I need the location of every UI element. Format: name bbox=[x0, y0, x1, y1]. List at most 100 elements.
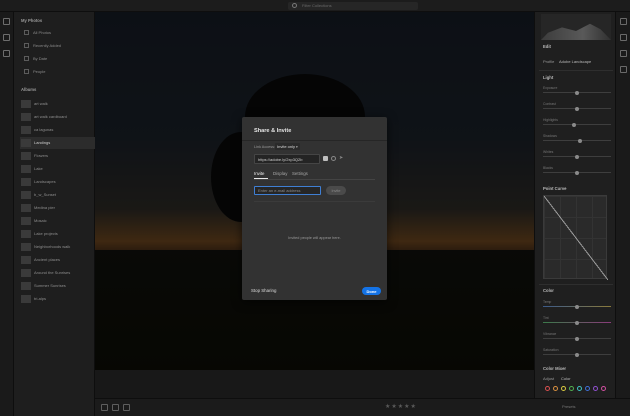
color-swatch[interactable] bbox=[545, 386, 550, 391]
album-item[interactable]: Medina pier bbox=[20, 202, 95, 214]
nav-by-date[interactable]: By Date bbox=[24, 54, 94, 64]
album-item[interactable]: ca lagunas bbox=[20, 124, 95, 136]
twitter-icon[interactable]: ➤ bbox=[339, 156, 345, 161]
color-swatch[interactable] bbox=[553, 386, 558, 391]
people-icon[interactable] bbox=[3, 50, 10, 57]
light-heading[interactable]: Light bbox=[543, 75, 553, 80]
gradient-icon[interactable] bbox=[620, 66, 627, 73]
sliders-icon[interactable] bbox=[620, 18, 627, 25]
album-item[interactable]: Ancient places bbox=[20, 254, 95, 266]
exposure-slider[interactable]: Exposure bbox=[543, 86, 611, 95]
album-label: art walk bbox=[34, 101, 48, 106]
contrast-slider[interactable]: Contrast bbox=[543, 102, 611, 111]
nav-people[interactable]: People bbox=[24, 67, 94, 77]
tab-invite[interactable]: Invite bbox=[254, 171, 265, 176]
album-label: art walk cardboard bbox=[34, 114, 67, 119]
color-swatch[interactable] bbox=[577, 386, 582, 391]
stop-sharing-button[interactable]: Stop Sharing bbox=[251, 288, 276, 293]
divider bbox=[254, 201, 375, 202]
album-item[interactable]: Neighborhoods walk bbox=[20, 241, 95, 253]
color-swatch[interactable] bbox=[561, 386, 566, 391]
album-item[interactable]: Lake projects bbox=[20, 228, 95, 240]
copy-link-icon[interactable] bbox=[323, 156, 328, 161]
temp-slider[interactable]: Temp bbox=[543, 300, 611, 309]
link-access-select[interactable]: Invite only▾ bbox=[275, 143, 300, 150]
slider-knob[interactable] bbox=[575, 336, 579, 341]
rating-stars[interactable]: ★★★★★ bbox=[385, 403, 417, 410]
saturation-slider[interactable]: Saturation bbox=[543, 348, 611, 357]
album-item-selected[interactable]: Landings bbox=[20, 137, 95, 149]
tab-display[interactable]: Display bbox=[273, 171, 287, 176]
color-mixer-heading[interactable]: Color Mixer bbox=[543, 366, 566, 371]
album-label: Mosaic bbox=[34, 218, 47, 223]
album-thumbnail bbox=[21, 126, 31, 134]
slider-knob[interactable] bbox=[575, 106, 579, 111]
slider-label: Highlights bbox=[543, 118, 558, 122]
album-thumbnail bbox=[21, 282, 31, 290]
facebook-icon[interactable] bbox=[331, 156, 336, 161]
square-view-icon[interactable] bbox=[112, 404, 119, 411]
presets-button[interactable]: Presets bbox=[562, 404, 576, 409]
profile-select[interactable]: Adobe Landscape bbox=[559, 59, 591, 64]
invite-email-input[interactable] bbox=[254, 186, 321, 195]
slider-knob[interactable] bbox=[571, 122, 576, 127]
album-item[interactable]: Summer Sunrises bbox=[20, 280, 95, 292]
nav-all-photos[interactable]: All Photos bbox=[24, 28, 94, 38]
color-swatch[interactable] bbox=[569, 386, 574, 391]
album-label: ca lagunas bbox=[34, 127, 54, 132]
detail-view-icon[interactable] bbox=[123, 404, 130, 411]
album-label: b_w_Sunset bbox=[34, 192, 57, 197]
slider-knob[interactable] bbox=[575, 90, 579, 95]
photos-icon bbox=[24, 30, 29, 35]
profile-label: Profile bbox=[543, 59, 555, 64]
vibrance-slider[interactable]: Vibrance bbox=[543, 332, 611, 341]
whites-slider[interactable]: Whites bbox=[543, 150, 611, 159]
share-link-value: https://adobe.ly/2xp3Q2b bbox=[258, 157, 303, 162]
blacks-slider[interactable]: Blacks bbox=[543, 166, 611, 175]
device-icon[interactable] bbox=[3, 34, 10, 41]
album-item[interactable]: art walk bbox=[20, 98, 95, 110]
album-thumbnail bbox=[21, 230, 31, 238]
invite-button[interactable]: Invite bbox=[326, 186, 346, 195]
highlights-slider[interactable]: Highlights bbox=[543, 118, 611, 127]
search-input[interactable]: Filter Collections bbox=[288, 2, 418, 10]
color-heading[interactable]: Color bbox=[543, 288, 554, 293]
album-item[interactable]: Lake bbox=[20, 163, 95, 175]
histogram-curve bbox=[541, 23, 611, 40]
color-swatch[interactable] bbox=[601, 386, 606, 391]
color-swatch[interactable] bbox=[593, 386, 598, 391]
search-icon bbox=[292, 3, 297, 8]
album-item[interactable]: Landscapes bbox=[20, 176, 95, 188]
album-item[interactable]: Mosaic bbox=[20, 215, 95, 227]
chevron-down-icon: ▾ bbox=[296, 145, 298, 149]
album-item[interactable]: art walk cardboard bbox=[20, 111, 95, 123]
album-thumbnail bbox=[21, 217, 31, 225]
shadows-slider[interactable]: Shadows bbox=[543, 134, 611, 143]
done-button[interactable]: Done bbox=[362, 287, 381, 295]
album-item[interactable]: tri-alps bbox=[20, 293, 95, 305]
slider-knob[interactable] bbox=[575, 304, 579, 309]
slider-knob[interactable] bbox=[575, 352, 579, 357]
album-item[interactable]: Flowers bbox=[20, 150, 95, 162]
slider-knob[interactable] bbox=[575, 154, 579, 159]
mixer-adjust-select[interactable]: Color bbox=[561, 376, 571, 381]
brush-icon[interactable] bbox=[620, 50, 627, 57]
slider-knob[interactable] bbox=[578, 138, 583, 143]
nav-recently-added[interactable]: Recently Added bbox=[24, 41, 94, 51]
album-thumbnail bbox=[21, 191, 31, 199]
album-item[interactable]: Around the Sunrises bbox=[20, 267, 95, 279]
tab-settings[interactable]: Settings bbox=[292, 171, 308, 176]
histogram bbox=[541, 14, 611, 40]
album-item[interactable]: b_w_Sunset bbox=[20, 189, 95, 201]
grid-view-icon[interactable] bbox=[101, 404, 108, 411]
slider-knob[interactable] bbox=[575, 320, 579, 325]
color-swatch[interactable] bbox=[585, 386, 590, 391]
crop-icon[interactable] bbox=[620, 34, 627, 41]
point-curve-heading[interactable]: Point Curve bbox=[543, 186, 567, 191]
tint-slider[interactable]: Tint bbox=[543, 316, 611, 325]
share-link-field[interactable]: https://adobe.ly/2xp3Q2b bbox=[254, 154, 320, 164]
slider-knob[interactable] bbox=[575, 170, 579, 175]
cloud-icon[interactable] bbox=[3, 18, 10, 25]
tone-curve-editor[interactable] bbox=[543, 195, 608, 280]
link-access-label: Link Access: bbox=[254, 145, 276, 149]
